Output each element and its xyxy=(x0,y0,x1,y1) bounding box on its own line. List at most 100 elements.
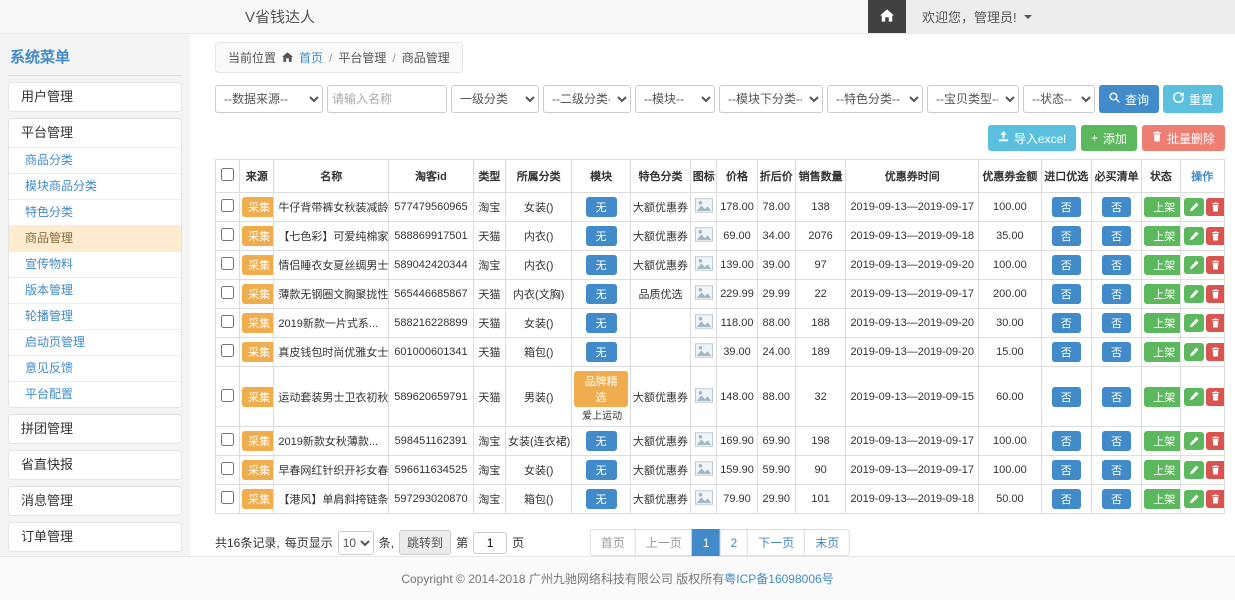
sidebar-item[interactable]: 消息管理 xyxy=(9,487,181,515)
sidebar-submenu-item[interactable]: 平台配置 xyxy=(9,381,181,407)
level1-category-select[interactable]: 一级分类 xyxy=(451,85,539,113)
edit-button[interactable] xyxy=(1184,343,1204,361)
status-button[interactable]: 上架 xyxy=(1144,489,1180,509)
sidebar-item[interactable]: 省直快报 xyxy=(9,451,181,479)
must-buy-toggle-button[interactable]: 否 xyxy=(1102,226,1131,246)
import-toggle-button[interactable]: 否 xyxy=(1052,387,1081,407)
import-toggle-button[interactable]: 否 xyxy=(1052,313,1081,333)
edit-button[interactable] xyxy=(1184,285,1204,303)
last-page-button[interactable]: 末页 xyxy=(804,529,850,556)
status-button[interactable]: 上架 xyxy=(1144,431,1180,451)
row-checkbox[interactable] xyxy=(221,433,234,446)
status-button[interactable]: 上架 xyxy=(1144,284,1180,304)
sidebar-item[interactable]: 订单管理 xyxy=(9,523,181,551)
user-menu[interactable]: 欢迎您，管理员! xyxy=(906,0,1048,33)
edit-button[interactable] xyxy=(1184,227,1204,245)
icp-link[interactable]: 粤ICP备16098006号 xyxy=(724,572,833,586)
sidebar-submenu-item[interactable]: 版本管理 xyxy=(9,277,181,303)
first-page-button[interactable]: 首页 xyxy=(590,529,636,556)
delete-button[interactable] xyxy=(1206,388,1225,406)
edit-button[interactable] xyxy=(1184,198,1204,216)
sidebar-item-user-management[interactable]: 用户管理 xyxy=(9,83,181,111)
status-button[interactable]: 上架 xyxy=(1144,197,1180,217)
status-button[interactable]: 上架 xyxy=(1144,460,1180,480)
import-toggle-button[interactable]: 否 xyxy=(1052,489,1081,509)
delete-button[interactable] xyxy=(1206,343,1225,361)
row-checkbox[interactable] xyxy=(221,286,234,299)
delete-button[interactable] xyxy=(1206,432,1225,450)
delete-button[interactable] xyxy=(1206,314,1225,332)
sidebar-submenu-item[interactable]: 轮播管理 xyxy=(9,303,181,329)
status-select[interactable]: --状态-- xyxy=(1023,85,1095,113)
delete-button[interactable] xyxy=(1206,461,1225,479)
sidebar-submenu-item[interactable]: 特色分类 xyxy=(9,199,181,225)
edit-button[interactable] xyxy=(1184,256,1204,274)
page-number-button[interactable]: 1 xyxy=(692,529,721,556)
data-source-select[interactable]: --数据来源-- xyxy=(215,85,323,113)
row-checkbox[interactable] xyxy=(221,199,234,212)
sidebar-submenu-item[interactable]: 商品管理 xyxy=(9,225,181,251)
edit-button[interactable] xyxy=(1184,388,1204,406)
status-button[interactable]: 上架 xyxy=(1144,342,1180,362)
feature-category-select[interactable]: --特色分类-- xyxy=(827,85,923,113)
must-buy-toggle-button[interactable]: 否 xyxy=(1102,460,1131,480)
delete-button[interactable] xyxy=(1206,227,1225,245)
per-page-select[interactable]: 10 xyxy=(338,531,374,555)
status-button[interactable]: 上架 xyxy=(1144,226,1180,246)
edit-button[interactable] xyxy=(1184,490,1204,508)
must-buy-toggle-button[interactable]: 否 xyxy=(1102,284,1131,304)
jump-button[interactable]: 跳转到 xyxy=(399,530,451,555)
must-buy-toggle-button[interactable]: 否 xyxy=(1102,431,1131,451)
sidebar-submenu-item[interactable]: 宣传物料 xyxy=(9,251,181,277)
delete-button[interactable] xyxy=(1206,198,1225,216)
must-buy-toggle-button[interactable]: 否 xyxy=(1102,387,1131,407)
search-button[interactable]: 查询 xyxy=(1099,85,1159,113)
import-toggle-button[interactable]: 否 xyxy=(1052,284,1081,304)
row-checkbox[interactable] xyxy=(221,491,234,504)
sidebar-submenu-item[interactable]: 启动页管理 xyxy=(9,329,181,355)
import-toggle-button[interactable]: 否 xyxy=(1052,460,1081,480)
edit-button[interactable] xyxy=(1184,461,1204,479)
select-all-checkbox[interactable] xyxy=(221,168,234,181)
module-select[interactable]: --模块-- xyxy=(635,85,715,113)
reset-button[interactable]: 重置 xyxy=(1163,85,1223,113)
next-page-button[interactable]: 下一页 xyxy=(747,529,805,556)
row-checkbox[interactable] xyxy=(221,228,234,241)
sidebar-submenu-item[interactable]: 商品分类 xyxy=(9,147,181,173)
add-button[interactable]: + 添加 xyxy=(1081,125,1137,151)
row-checkbox[interactable] xyxy=(221,315,234,328)
import-toggle-button[interactable]: 否 xyxy=(1052,342,1081,362)
row-checkbox[interactable] xyxy=(221,389,234,402)
delete-button[interactable] xyxy=(1206,285,1225,303)
sidebar-item[interactable]: 拼团管理 xyxy=(9,415,181,443)
must-buy-toggle-button[interactable]: 否 xyxy=(1102,255,1131,275)
edit-button[interactable] xyxy=(1184,432,1204,450)
import-toggle-button[interactable]: 否 xyxy=(1052,197,1081,217)
delete-button[interactable] xyxy=(1206,256,1225,274)
breadcrumb-home-link[interactable]: 首页 xyxy=(299,49,323,66)
page-number-button[interactable]: 2 xyxy=(720,529,749,556)
level2-category-select[interactable]: --二级分类-- xyxy=(543,85,631,113)
import-toggle-button[interactable]: 否 xyxy=(1052,226,1081,246)
status-button[interactable]: 上架 xyxy=(1144,387,1180,407)
prev-page-button[interactable]: 上一页 xyxy=(635,529,693,556)
must-buy-toggle-button[interactable]: 否 xyxy=(1102,489,1131,509)
delete-button[interactable] xyxy=(1206,490,1225,508)
row-checkbox[interactable] xyxy=(221,344,234,357)
sidebar-item-platform-management[interactable]: 平台管理 xyxy=(9,119,181,147)
batch-delete-button[interactable]: 批量删除 xyxy=(1142,125,1225,151)
home-button[interactable] xyxy=(868,0,906,33)
edit-button[interactable] xyxy=(1184,314,1204,332)
must-buy-toggle-button[interactable]: 否 xyxy=(1102,342,1131,362)
import-toggle-button[interactable]: 否 xyxy=(1052,431,1081,451)
page-number-input[interactable] xyxy=(473,532,507,554)
must-buy-toggle-button[interactable]: 否 xyxy=(1102,313,1131,333)
status-button[interactable]: 上架 xyxy=(1144,313,1180,333)
module-subcategory-select[interactable]: --模块下分类-- xyxy=(719,85,823,113)
import-toggle-button[interactable]: 否 xyxy=(1052,255,1081,275)
import-excel-button[interactable]: 导入excel xyxy=(988,125,1076,151)
must-buy-toggle-button[interactable]: 否 xyxy=(1102,197,1131,217)
item-type-select[interactable]: --宝贝类型-- xyxy=(927,85,1019,113)
sidebar-submenu-item[interactable]: 意见反馈 xyxy=(9,355,181,381)
row-checkbox[interactable] xyxy=(221,462,234,475)
